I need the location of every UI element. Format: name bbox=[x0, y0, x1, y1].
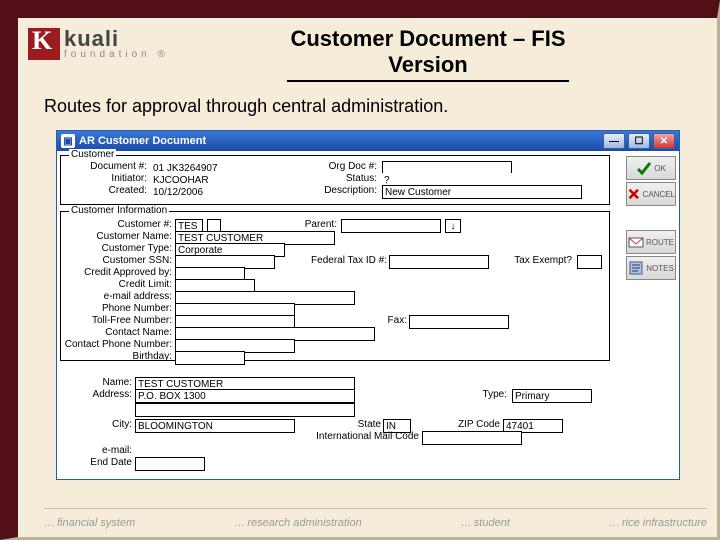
label-zip: ZIP Code bbox=[445, 419, 500, 430]
slide-title: Customer Document – FIS Version bbox=[188, 26, 668, 82]
brand-logo: kuali foundation ® bbox=[28, 28, 169, 60]
notes-label: NOTES bbox=[646, 264, 674, 273]
window-titlebar: ▣ AR Customer Document — ☐ ✕ bbox=[57, 131, 679, 151]
footer-c: student bbox=[461, 517, 510, 529]
app-icon: ▣ bbox=[61, 134, 75, 148]
slide-subtitle: Routes for approval through central admi… bbox=[44, 96, 448, 117]
footer-d: rice infrastructure bbox=[609, 517, 707, 529]
label-contactphone: Contact Phone Number: bbox=[57, 339, 172, 350]
x-icon bbox=[627, 186, 641, 202]
envelope-icon bbox=[628, 234, 644, 250]
input-city[interactable]: BLOOMINGTON bbox=[135, 419, 295, 433]
close-button[interactable]: ✕ bbox=[653, 133, 675, 149]
label-name2: Name: bbox=[57, 377, 132, 388]
label-orgdoc: Org Doc #: bbox=[307, 161, 377, 172]
doc-header-legend: Customer bbox=[69, 149, 116, 160]
ok-label: OK bbox=[654, 164, 666, 173]
value-created: 10/12/2006 bbox=[151, 185, 291, 199]
footer-divider bbox=[44, 508, 707, 509]
input-taxexempt[interactable] bbox=[577, 255, 602, 269]
logo-subword: foundation bbox=[64, 49, 151, 60]
label-creditlimit: Credit Limit: bbox=[57, 279, 172, 290]
notes-button[interactable]: NOTES bbox=[626, 256, 676, 280]
label-phone: Phone Number: bbox=[57, 303, 172, 314]
label-birthday: Birthday: bbox=[57, 351, 172, 362]
footer-a: financial system bbox=[44, 517, 135, 529]
label-enddate: End Date bbox=[57, 457, 132, 468]
note-icon bbox=[628, 260, 644, 276]
input-parent[interactable] bbox=[341, 219, 441, 233]
label-type: Type: bbox=[467, 389, 507, 400]
label-tollfree: Toll-Free Number: bbox=[57, 315, 172, 326]
logo-mark bbox=[28, 28, 60, 60]
label-custssn: Customer SSN: bbox=[57, 255, 172, 266]
parent-lookup-button[interactable]: ↓ bbox=[445, 219, 461, 233]
input-address1[interactable]: P.O. BOX 1300 bbox=[135, 389, 355, 403]
label-email: e-mail address: bbox=[57, 291, 172, 302]
label-fax: Fax: bbox=[377, 315, 407, 326]
window-title: AR Customer Document bbox=[79, 135, 206, 147]
check-icon bbox=[636, 160, 652, 176]
input-description[interactable]: New Customer bbox=[382, 185, 582, 199]
label-custname: Customer Name: bbox=[57, 231, 172, 242]
ok-button[interactable]: OK bbox=[626, 156, 676, 180]
input-birthday[interactable] bbox=[175, 351, 245, 365]
customer-legend: Customer Information bbox=[69, 205, 169, 216]
label-custnum: Customer #: bbox=[57, 219, 172, 230]
logo-reg: ® bbox=[158, 49, 169, 60]
input-intl[interactable] bbox=[422, 431, 522, 445]
label-state: State bbox=[343, 419, 381, 430]
label-intl: International Mail Code bbox=[289, 431, 419, 442]
label-email2: e-mail: bbox=[57, 445, 132, 456]
label-parent: Parent: bbox=[287, 219, 337, 230]
minimize-button[interactable]: — bbox=[603, 133, 625, 149]
route-label: ROUTE bbox=[646, 238, 674, 247]
input-enddate[interactable] bbox=[135, 457, 205, 471]
label-contact: Contact Name: bbox=[57, 327, 172, 338]
app-window: ▣ AR Customer Document — ☐ ✕ Customer Do… bbox=[56, 130, 680, 480]
title-line2: Version bbox=[388, 52, 467, 77]
label-initiator: Initiator: bbox=[67, 173, 147, 184]
footer-b: research administration bbox=[234, 517, 361, 529]
action-buttons: OK CANCEL ROUTE NOTES bbox=[626, 156, 676, 280]
label-status: Status: bbox=[307, 173, 377, 184]
label-creditapp: Credit Approved by: bbox=[57, 267, 172, 278]
label-created: Created: bbox=[67, 185, 147, 196]
label-taxexempt: Tax Exempt? bbox=[502, 255, 572, 266]
input-type[interactable]: Primary bbox=[512, 389, 592, 403]
label-docnum: Document #: bbox=[67, 161, 147, 172]
maximize-button[interactable]: ☐ bbox=[628, 133, 650, 149]
label-address: Address: bbox=[57, 389, 132, 400]
cancel-button[interactable]: CANCEL bbox=[626, 182, 676, 206]
label-description: Description: bbox=[307, 185, 377, 196]
title-line1: Customer Document – FIS bbox=[290, 26, 565, 51]
label-city: City: bbox=[57, 419, 132, 430]
input-fedtax[interactable] bbox=[389, 255, 489, 269]
cancel-label: CANCEL bbox=[643, 190, 675, 199]
input-fax[interactable] bbox=[409, 315, 509, 329]
footer: financial system research administration… bbox=[44, 517, 707, 529]
route-button[interactable]: ROUTE bbox=[626, 230, 676, 254]
label-fedtax: Federal Tax ID #: bbox=[297, 255, 387, 266]
input-address2[interactable] bbox=[135, 403, 355, 417]
logo-word: kuali bbox=[64, 28, 169, 50]
label-custtype: Customer Type: bbox=[57, 243, 172, 254]
